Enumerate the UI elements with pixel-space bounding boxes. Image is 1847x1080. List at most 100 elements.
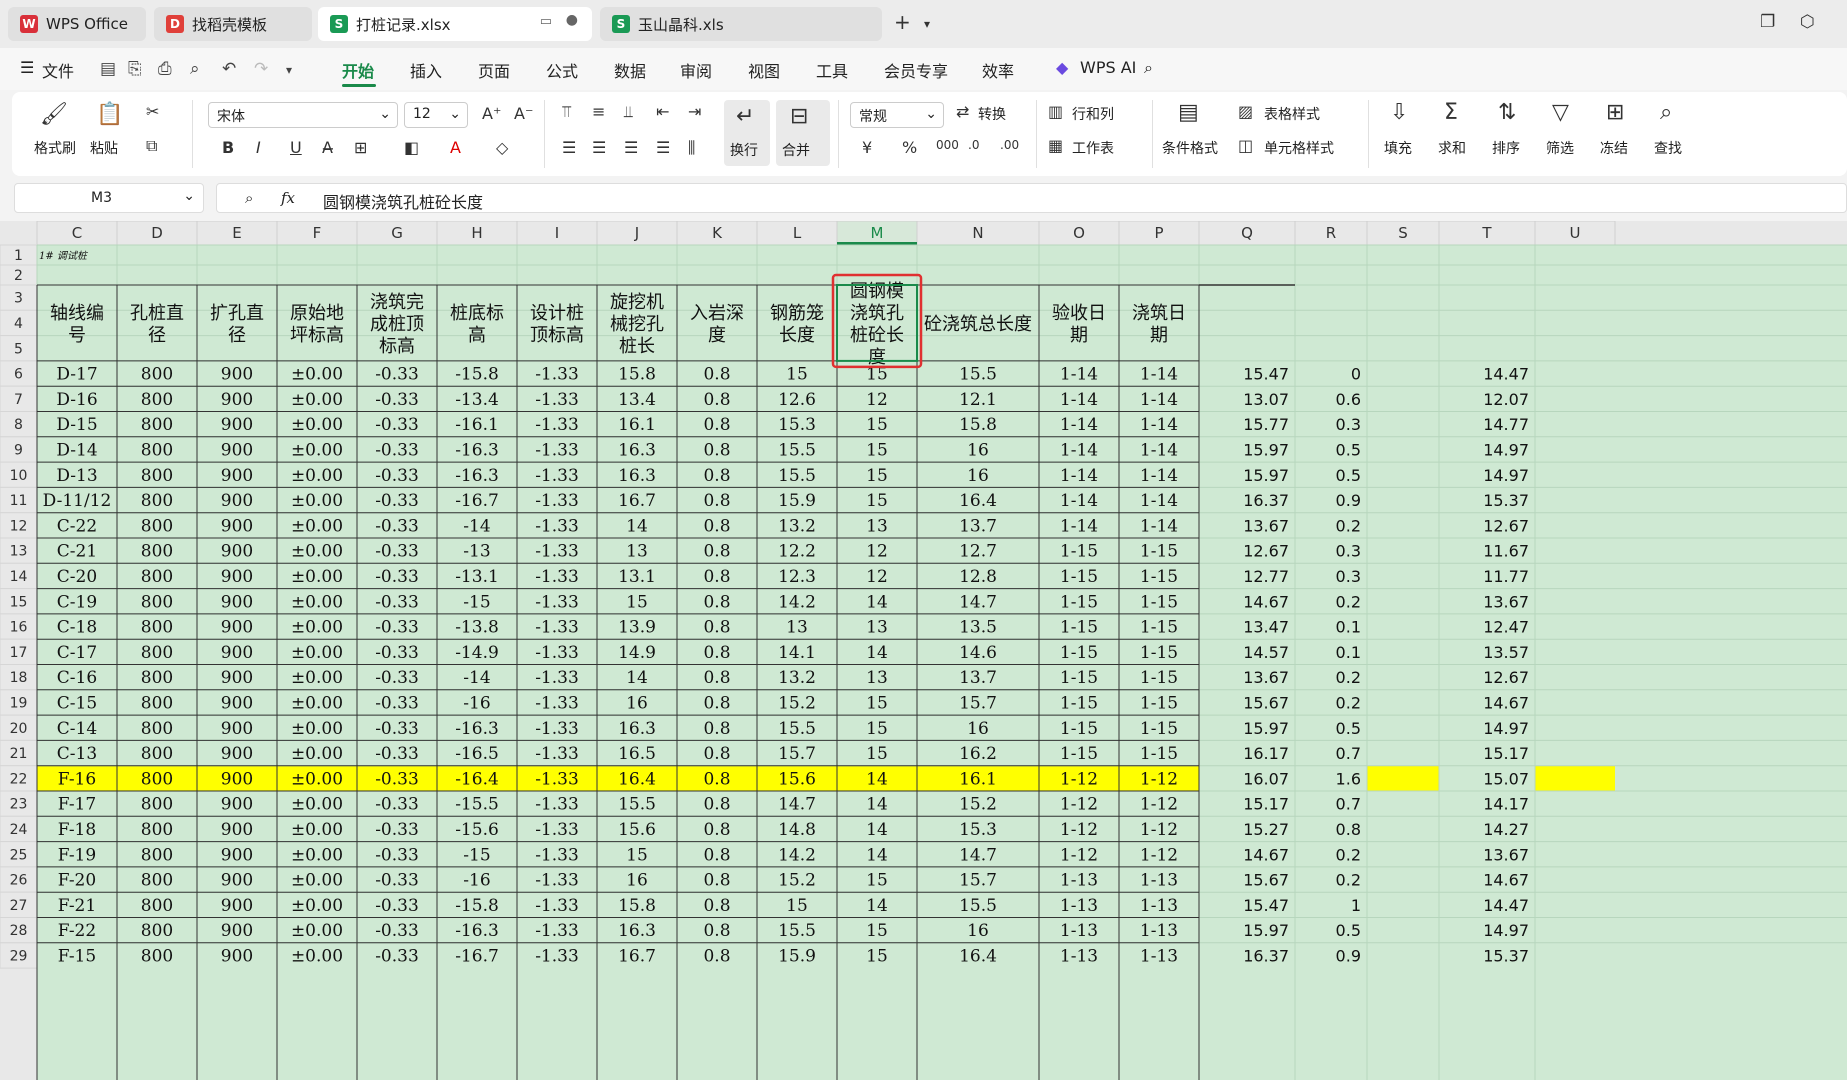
currency-button[interactable]: ¥ xyxy=(862,138,872,157)
align-left-icon[interactable]: ☰ xyxy=(562,138,576,157)
increase-font-icon[interactable]: A⁺ xyxy=(482,104,501,123)
cell-value: 15 xyxy=(866,693,888,713)
tab-list-chevron-icon[interactable]: ▾ xyxy=(924,17,930,31)
number-format-select[interactable]: 常规 ⌄ xyxy=(850,102,944,128)
convert-button[interactable]: 转换 xyxy=(978,104,1006,124)
sort-button[interactable]: 排序 xyxy=(1492,138,1520,158)
cell-style-button[interactable]: 单元格样式 xyxy=(1264,138,1334,158)
quick-access-chevron-icon[interactable]: ▾ xyxy=(286,63,292,77)
menu-view[interactable]: 视图 xyxy=(748,58,780,82)
border-icon[interactable]: ⊞ xyxy=(354,138,367,157)
worksheet-button[interactable]: 工作表 xyxy=(1072,138,1114,158)
hamburger-icon[interactable]: ☰ xyxy=(20,58,34,77)
wrap-button[interactable]: ↵ 换行 xyxy=(724,100,770,166)
distributed-icon[interactable]: ⫼ xyxy=(688,138,695,158)
menu-home[interactable]: 开始 xyxy=(342,58,374,82)
print-icon[interactable]: ⎙ xyxy=(158,59,172,79)
export-icon[interactable]: ⎘ xyxy=(128,59,142,79)
align-right-icon[interactable]: ☰ xyxy=(624,138,638,157)
worksheet-icon[interactable]: ▦ xyxy=(1048,136,1063,155)
screen-icon[interactable]: ▭ xyxy=(540,14,552,29)
strikethrough-icon[interactable]: A̶ xyxy=(322,138,333,157)
align-top-icon[interactable]: ⫪ xyxy=(562,102,571,122)
format-painter-icon[interactable]: 🖌 xyxy=(40,102,68,127)
save-icon[interactable]: ▤ xyxy=(100,59,116,79)
cell-value: 14 xyxy=(866,769,888,789)
find-button[interactable]: 查找 xyxy=(1654,138,1682,158)
indent-increase-icon[interactable]: ⇥ xyxy=(688,102,701,121)
formula-input[interactable]: ⌕ fx 圆钢模浇筑孔桩砼长度 xyxy=(216,183,1847,213)
fx-icon[interactable]: fx xyxy=(281,189,295,207)
tab-wps-office[interactable]: W WPS Office xyxy=(8,7,146,41)
sum-button[interactable]: 求和 xyxy=(1438,138,1466,158)
cell-style-icon[interactable]: ◫ xyxy=(1238,136,1253,155)
decrease-font-icon[interactable]: A⁻ xyxy=(514,104,533,123)
menu-formula[interactable]: 公式 xyxy=(546,58,578,82)
align-bottom-icon[interactable]: ⫫ xyxy=(624,102,633,122)
table-style-icon[interactable]: ▨ xyxy=(1238,102,1253,121)
search-icon[interactable]: ⌕ xyxy=(1144,58,1153,78)
menu-insert[interactable]: 插入 xyxy=(410,58,442,82)
font-size-select[interactable]: 12 ⌄ xyxy=(404,102,468,128)
fill-button[interactable]: 填充 xyxy=(1384,138,1412,158)
print-preview-icon[interactable]: ⌕ xyxy=(190,59,200,79)
fill-icon[interactable]: ⇩ xyxy=(1390,100,1408,125)
percent-button[interactable]: % xyxy=(902,138,917,157)
thousands-icon[interactable]: 000 xyxy=(936,138,959,152)
redo-icon[interactable]: ↷ xyxy=(254,59,268,79)
tab-workbook-2[interactable]: S 玉山晶科.xls xyxy=(600,7,882,41)
tab-docer[interactable]: D 找稻壳模板 xyxy=(154,7,312,41)
paste-icon[interactable]: 📋 xyxy=(96,102,123,127)
menu-efficiency[interactable]: 效率 xyxy=(982,58,1014,82)
freeze-button[interactable]: 冻结 xyxy=(1600,138,1628,158)
cell-value: 15.2 xyxy=(778,871,816,891)
underline-button[interactable]: U xyxy=(290,138,302,157)
clear-format-icon[interactable]: ◇ xyxy=(496,138,508,157)
italic-button[interactable]: I xyxy=(256,138,261,157)
rowcol-button[interactable]: 行和列 xyxy=(1072,104,1114,124)
new-tab-plus-icon[interactable]: + xyxy=(894,10,911,34)
undo-icon[interactable]: ↶ xyxy=(222,59,236,79)
format-painter-button[interactable]: 格式刷 xyxy=(34,138,76,158)
indent-decrease-icon[interactable]: ⇤ xyxy=(656,102,669,121)
merge-button[interactable]: ⊟ 合并 xyxy=(776,100,830,166)
cut-icon[interactable]: ✂ xyxy=(146,102,159,121)
conditional-format-button[interactable]: 条件格式 xyxy=(1162,138,1218,158)
menu-vip[interactable]: 会员专享 xyxy=(884,58,948,82)
table-style-button[interactable]: 表格样式 xyxy=(1264,104,1320,124)
rowcol-icon[interactable]: ▥ xyxy=(1048,102,1063,121)
menu-wps-ai[interactable]: WPS AI xyxy=(1080,58,1136,77)
window-mode-icon[interactable]: ❐ xyxy=(1760,12,1775,32)
tab-active-workbook[interactable]: S 打桩记录.xlsx ▭ ● xyxy=(318,7,592,41)
zoom-formula-icon[interactable]: ⌕ xyxy=(245,189,253,207)
paste-button[interactable]: 粘贴 xyxy=(90,138,118,158)
menu-data[interactable]: 数据 xyxy=(614,58,646,82)
bold-button[interactable]: B xyxy=(222,138,234,157)
find-icon[interactable]: ⌕ xyxy=(1660,100,1672,125)
convert-icon[interactable]: ⇄ xyxy=(956,102,969,121)
menu-review[interactable]: 审阅 xyxy=(680,58,712,82)
sort-icon[interactable]: ⇅ xyxy=(1498,100,1516,125)
increase-decimal-icon[interactable]: .0 xyxy=(968,138,979,152)
copy-icon[interactable]: ⧉ xyxy=(146,136,157,156)
align-middle-icon[interactable]: ≡ xyxy=(592,102,605,121)
filter-button[interactable]: 筛选 xyxy=(1546,138,1574,158)
menu-file[interactable]: 文件 xyxy=(42,58,74,82)
cell-value: ±0.00 xyxy=(291,365,343,385)
freeze-icon[interactable]: ⊞ xyxy=(1606,100,1624,125)
font-name-select[interactable]: 宋体 ⌄ xyxy=(208,102,398,128)
name-box[interactable]: M3 ⌄ xyxy=(14,183,204,213)
sum-icon[interactable]: Σ xyxy=(1444,100,1458,125)
unsaved-dot-icon[interactable]: ● xyxy=(566,12,578,28)
spreadsheet-grid[interactable]: C D E F G H I J K L M N O P Q R S T U123456789101112131415… xyxy=(0,221,1847,1080)
justify-icon[interactable]: ☰ xyxy=(656,138,670,157)
menu-page[interactable]: 页面 xyxy=(478,58,510,82)
menu-tools[interactable]: 工具 xyxy=(816,58,848,82)
filter-icon[interactable]: ▽ xyxy=(1552,100,1569,125)
conditional-format-icon[interactable]: ▤ xyxy=(1178,100,1199,125)
align-center-icon[interactable]: ☰ xyxy=(592,138,606,157)
cube-icon[interactable]: ⬡ xyxy=(1800,12,1815,32)
fill-color-icon[interactable]: ◧ xyxy=(404,138,419,157)
decrease-decimal-icon[interactable]: .00 xyxy=(1000,138,1019,152)
font-color-icon[interactable]: A xyxy=(450,138,461,157)
